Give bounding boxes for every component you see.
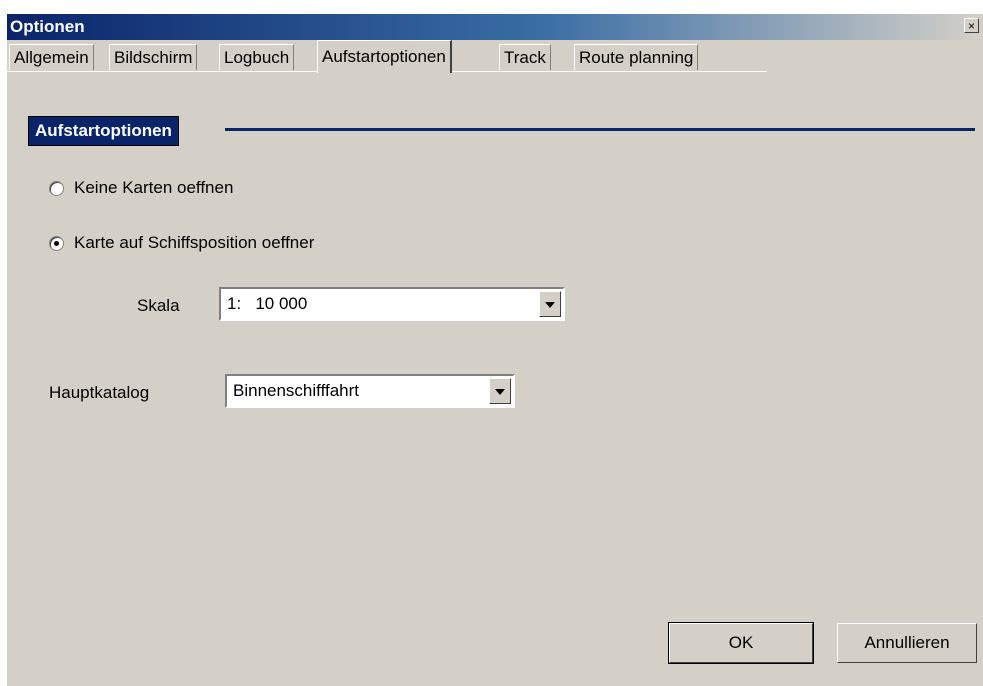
group-heading: Aufstartoptionen: [28, 116, 179, 146]
tab-allgemein[interactable]: Allgemein: [9, 44, 94, 70]
tab-route-planning[interactable]: Route planning: [574, 44, 699, 70]
scale-select[interactable]: 1: 10 000: [219, 287, 565, 321]
radio-schiffsposition-label: Karte auf Schiffsposition oeffner: [74, 233, 315, 252]
radio-keine-karten-label: Keine Karten oeffnen: [74, 178, 234, 197]
scale-value: 1: 10 000: [227, 294, 308, 313]
cancel-button[interactable]: Annullieren: [837, 623, 977, 663]
close-button[interactable]: ×: [964, 18, 979, 33]
tab-bildschirm[interactable]: Bildschirm: [109, 44, 198, 70]
options-dialog: Optionen × Allgemein Bildschirm Logbuch …: [7, 14, 983, 686]
chevron-down-icon[interactable]: [539, 291, 561, 317]
ok-button[interactable]: OK: [668, 622, 814, 664]
radio-checked-icon[interactable]: [49, 235, 64, 251]
tab-track[interactable]: Track: [499, 44, 551, 70]
radio-unchecked-icon[interactable]: [49, 180, 64, 196]
radio-schiffsposition[interactable]: Karte auf Schiffsposition oeffner: [49, 233, 314, 253]
tab-aufstartoptionen[interactable]: Aufstartoptionen: [317, 40, 452, 73]
tab-logbuch[interactable]: Logbuch: [219, 44, 295, 70]
catalog-label: Hauptkatalog: [49, 383, 150, 402]
scale-label: Skala: [137, 296, 180, 315]
catalog-select[interactable]: Binnenschifffahrt: [225, 374, 515, 408]
radio-keine-karten[interactable]: Keine Karten oeffnen: [49, 178, 233, 198]
chevron-down-icon[interactable]: [489, 378, 511, 404]
tab-strip: Allgemein Bildschirm Logbuch Aufstartopt…: [7, 40, 983, 73]
catalog-value: Binnenschifffahrt: [233, 381, 360, 400]
group-divider: [225, 128, 975, 131]
title-bar[interactable]: Optionen ×: [7, 14, 983, 40]
window-title: Optionen: [10, 17, 85, 36]
